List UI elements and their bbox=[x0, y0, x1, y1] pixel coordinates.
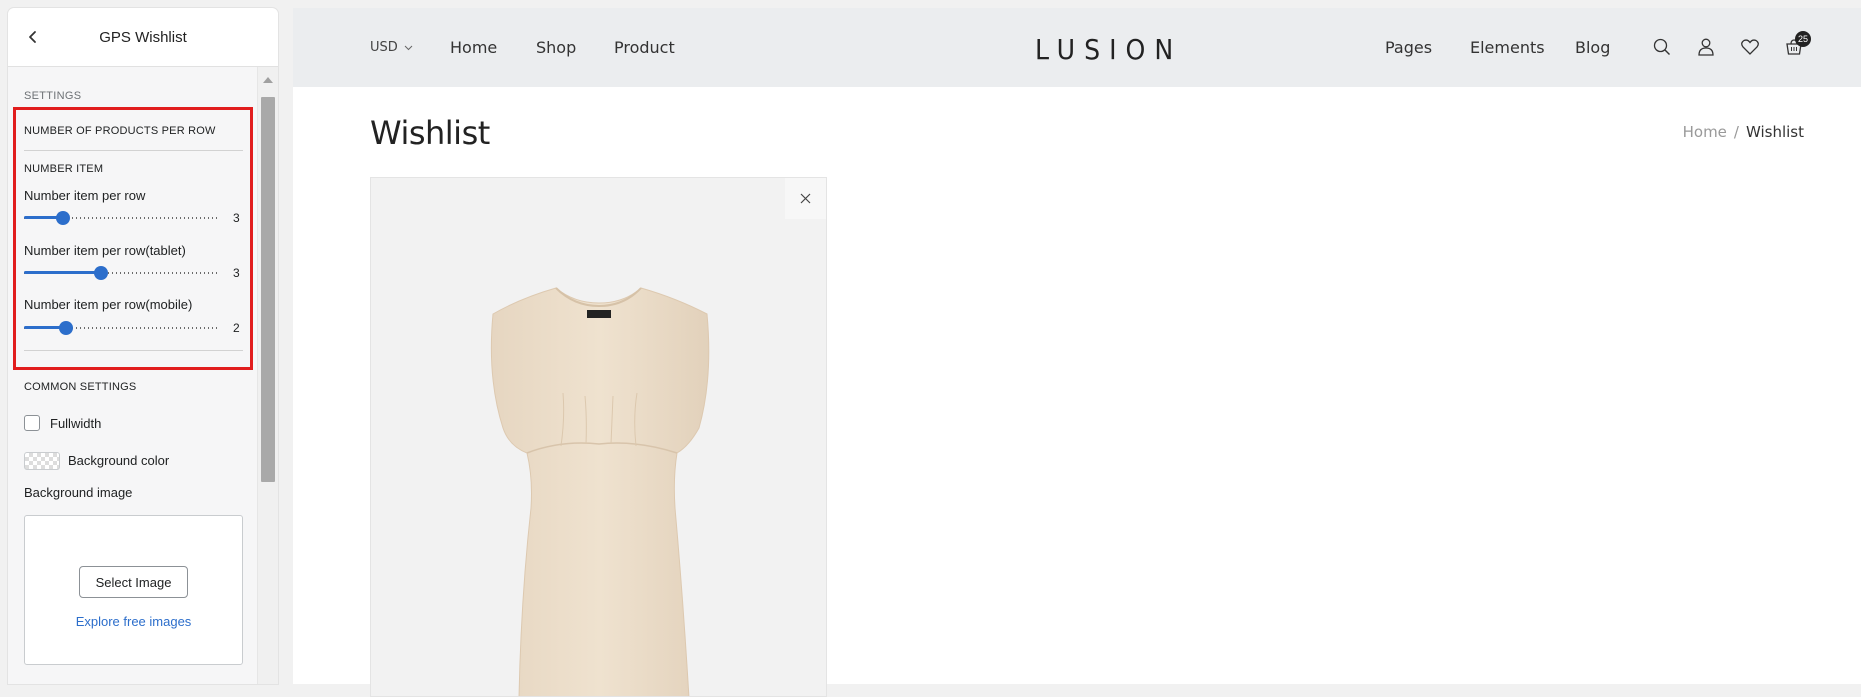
slider-value-tablet: 3 bbox=[233, 266, 240, 280]
nav-pages[interactable]: Pages bbox=[1385, 38, 1432, 57]
page-title: Wishlist bbox=[370, 114, 490, 152]
settings-body: SETTINGS NUMBER OF PRODUCTS PER ROW NUMB… bbox=[8, 67, 258, 684]
settings-label: SETTINGS bbox=[24, 90, 82, 102]
background-image-picker: Select Image Explore free images bbox=[24, 515, 243, 665]
background-image-label: Background image bbox=[24, 485, 133, 500]
heart-icon[interactable] bbox=[1737, 34, 1763, 60]
cart-icon[interactable]: 25 bbox=[1781, 31, 1811, 60]
chevron-down-icon bbox=[404, 45, 413, 50]
slider-label-tablet: Number item per row(tablet) bbox=[24, 243, 186, 258]
slider-label-mobile: Number item per row(mobile) bbox=[24, 297, 193, 312]
chevron-left-icon bbox=[29, 31, 36, 43]
number-item-heading: NUMBER ITEM bbox=[24, 163, 104, 175]
breadcrumb-current: Wishlist bbox=[1745, 123, 1804, 141]
dress-image[interactable] bbox=[371, 178, 827, 697]
nav-elements[interactable]: Elements bbox=[1470, 38, 1545, 57]
panel-scrollbar[interactable] bbox=[257, 67, 278, 684]
slider-value-mobile: 2 bbox=[233, 321, 240, 335]
user-icon[interactable] bbox=[1693, 34, 1719, 60]
products-per-row-heading: NUMBER OF PRODUCTS PER ROW bbox=[24, 125, 216, 137]
search-icon[interactable] bbox=[1649, 34, 1675, 60]
editor-panel: GPS Wishlist SETTINGS NUMBER OF PRODUCTS… bbox=[8, 8, 278, 684]
slider-thumb[interactable] bbox=[56, 211, 70, 225]
select-image-button[interactable]: Select Image bbox=[79, 566, 188, 598]
fullwidth-checkbox[interactable] bbox=[24, 415, 40, 431]
scroll-up-arrow-icon[interactable] bbox=[263, 77, 273, 83]
slider-mobile[interactable] bbox=[24, 320, 217, 336]
breadcrumb-separator: / bbox=[1733, 123, 1739, 141]
nav-home[interactable]: Home bbox=[450, 38, 497, 57]
breadcrumb: Home / Wishlist bbox=[1683, 123, 1804, 141]
background-color-label: Background color bbox=[68, 453, 170, 468]
fullwidth-label: Fullwidth bbox=[50, 416, 102, 431]
slider-thumb[interactable] bbox=[59, 321, 73, 335]
slider-value-desktop: 3 bbox=[233, 211, 240, 225]
explore-free-images-link[interactable]: Explore free images bbox=[25, 614, 242, 629]
currency-value: USD bbox=[370, 40, 398, 55]
storefront-preview: USD Home Shop Product LUSION Pages Eleme… bbox=[293, 8, 1861, 697]
nav-product[interactable]: Product bbox=[614, 38, 675, 57]
background-color-swatch[interactable] bbox=[24, 452, 60, 470]
cart-count-badge: 25 bbox=[1795, 31, 1811, 47]
store-logo[interactable]: LUSION bbox=[1035, 33, 1182, 66]
nav-blog[interactable]: Blog bbox=[1575, 38, 1610, 57]
slider-label-desktop: Number item per row bbox=[24, 188, 146, 203]
slider-fill bbox=[24, 271, 101, 274]
nav-shop[interactable]: Shop bbox=[536, 38, 576, 57]
back-button[interactable] bbox=[20, 24, 46, 50]
store-header: USD Home Shop Product LUSION Pages Eleme… bbox=[293, 8, 1861, 87]
breadcrumb-home[interactable]: Home bbox=[1683, 123, 1727, 141]
panel-title: GPS Wishlist bbox=[99, 28, 187, 46]
currency-selector[interactable]: USD bbox=[370, 40, 413, 55]
wishlist-product-card[interactable] bbox=[370, 177, 827, 697]
slider-desktop[interactable] bbox=[24, 210, 217, 226]
section-divider bbox=[24, 350, 243, 351]
scroll-thumb[interactable] bbox=[261, 97, 275, 482]
slider-thumb[interactable] bbox=[94, 266, 108, 280]
panel-header: GPS Wishlist bbox=[8, 8, 278, 67]
section-divider bbox=[24, 150, 243, 151]
slider-tablet[interactable] bbox=[24, 265, 217, 281]
common-settings-heading: COMMON SETTINGS bbox=[24, 381, 137, 393]
